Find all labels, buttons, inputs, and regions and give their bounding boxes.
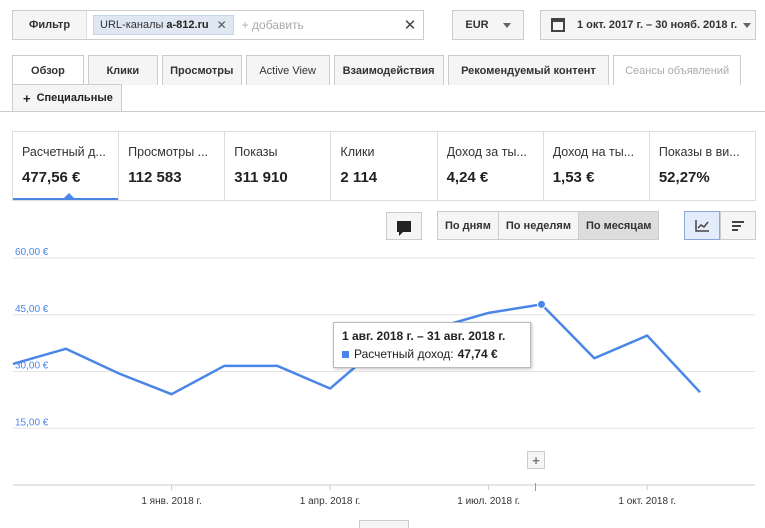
- line-view-button[interactable]: [684, 211, 720, 240]
- report-tabs: Обзор Клики Просмотры Active View Взаимодейс…: [12, 55, 745, 112]
- tab-5[interactable]: Рекомендуемый контент: [447, 55, 610, 85]
- period-toggle: По дням По неделям По месяцам: [437, 211, 660, 240]
- currency-select[interactable]: EUR: [452, 10, 524, 40]
- tab-row: Обзор Клики Просмотры Active View Взаимодейс…: [12, 55, 745, 85]
- tooltip-label: Расчетный доход:: [354, 347, 454, 361]
- period-button[interactable]: По неделям: [498, 212, 579, 239]
- metric-card[interactable]: Клики 2 114: [331, 132, 438, 200]
- chart-tooltip: 1 авг. 2018 г. – 31 авг. 2018 г. Расчетн…: [333, 322, 531, 368]
- metric-value: 52,27%: [658, 169, 710, 186]
- x-tick-label: 1 янв. 2018 г.: [141, 496, 201, 507]
- x-tick-label: 1 апр. 2018 г.: [300, 496, 361, 507]
- metric-value: 1,53 €: [552, 169, 595, 186]
- clear-filter-icon[interactable]: ✕: [397, 16, 423, 34]
- tab-2[interactable]: Просмотры: [161, 55, 242, 85]
- tab-6: Сеансы объявлений: [613, 55, 741, 85]
- tab-4[interactable]: Взаимодействия: [333, 55, 444, 85]
- active-indicator: [63, 193, 75, 199]
- metric-label: Клики: [340, 145, 375, 159]
- metric-card[interactable]: Показы 311 910: [225, 132, 332, 200]
- bar-view-button[interactable]: [720, 211, 756, 240]
- metric-value: 2 114: [340, 169, 378, 186]
- remove-chip-icon[interactable]: ✕: [217, 18, 227, 32]
- metric-card[interactable]: Доход за ты... 4,24 €: [438, 132, 544, 200]
- tab-3[interactable]: Active View: [245, 55, 330, 85]
- tabs-divider: [0, 111, 765, 112]
- date-range-picker[interactable]: 1 окт. 2017 г. – 30 нояб. 2018 г.: [540, 10, 756, 40]
- adsense-report-page: Фильтр URL-каналы a-812.ru ✕ + добавить …: [0, 0, 765, 528]
- chevron-down-icon: [743, 22, 752, 28]
- tooltip-value: 47,74 €: [457, 347, 498, 361]
- view-toggle: [684, 211, 756, 240]
- y-tick-label: 45,00 €: [15, 304, 49, 315]
- add-annotation-button[interactable]: +: [527, 451, 545, 469]
- calendar-icon: [551, 18, 565, 32]
- series-color-swatch: [342, 350, 349, 358]
- tab-special[interactable]: + Специальные: [12, 84, 122, 112]
- metric-label: Доход на ты...: [552, 145, 635, 159]
- line-chart-icon: [695, 219, 709, 232]
- filter-chip-label: URL-каналы: [100, 19, 164, 31]
- highlighted-data-point: [537, 299, 546, 309]
- tab-0[interactable]: Обзор: [12, 55, 84, 85]
- revenue-line-chart: 15,00 €30,00 €45,00 €60,00 €1 янв. 2018 …: [12, 247, 755, 507]
- filter-bar: Фильтр URL-каналы a-812.ru ✕ + добавить …: [12, 10, 424, 40]
- tab-special-label: Специальные: [36, 92, 113, 104]
- metric-value: 4,24 €: [446, 169, 489, 186]
- filter-button[interactable]: Фильтр: [13, 11, 88, 39]
- metric-card[interactable]: Доход на ты... 1,53 €: [544, 132, 650, 200]
- y-tick-label: 15,00 €: [15, 417, 49, 428]
- period-button[interactable]: По дням: [438, 212, 499, 239]
- metric-label: Доход за ты...: [446, 145, 527, 159]
- metric-label: Просмотры ...: [128, 145, 209, 159]
- x-tick-label: 1 окт. 2018 г.: [618, 496, 676, 507]
- metric-card[interactable]: Просмотры ... 112 583: [119, 132, 226, 200]
- date-range-value: 1 окт. 2017 г. – 30 нояб. 2018 г.: [577, 19, 738, 31]
- metric-value: 112 583: [128, 169, 182, 186]
- x-tick-label: 1 июл. 2018 г.: [457, 496, 520, 507]
- filter-chip[interactable]: URL-каналы a-812.ru ✕: [93, 15, 234, 35]
- resize-handle[interactable]: [359, 520, 409, 528]
- period-button[interactable]: По месяцам: [578, 212, 659, 239]
- currency-value: EUR: [465, 19, 489, 31]
- metric-label: Показы в ви...: [658, 145, 740, 159]
- bar-chart-icon: [732, 220, 744, 231]
- metric-value: 477,56 €: [22, 169, 81, 186]
- comment-icon: [397, 220, 411, 236]
- annotations-button[interactable]: [386, 212, 422, 240]
- metric-card[interactable]: Расчетный д... 477,56 €: [13, 132, 120, 200]
- y-tick-label: 60,00 €: [15, 247, 49, 258]
- metric-label: Расчетный д...: [22, 145, 106, 159]
- metric-cards: Расчетный д... 477,56 € Просмотры ... 112 5…: [12, 131, 756, 201]
- plus-icon: +: [23, 90, 31, 106]
- tooltip-title: 1 авг. 2018 г. – 31 авг. 2018 г.: [342, 329, 506, 343]
- filter-chip-value: a-812.ru: [166, 19, 209, 31]
- metric-label: Показы: [234, 145, 278, 159]
- tab-1[interactable]: Клики: [87, 55, 158, 85]
- tooltip-line: Расчетный доход: 47,74 €: [342, 347, 522, 361]
- chevron-down-icon: [502, 22, 511, 28]
- add-filter-input[interactable]: + добавить: [242, 18, 397, 32]
- metric-value: 311 910: [234, 169, 288, 186]
- metric-card[interactable]: Показы в ви... 52,27%: [650, 132, 755, 200]
